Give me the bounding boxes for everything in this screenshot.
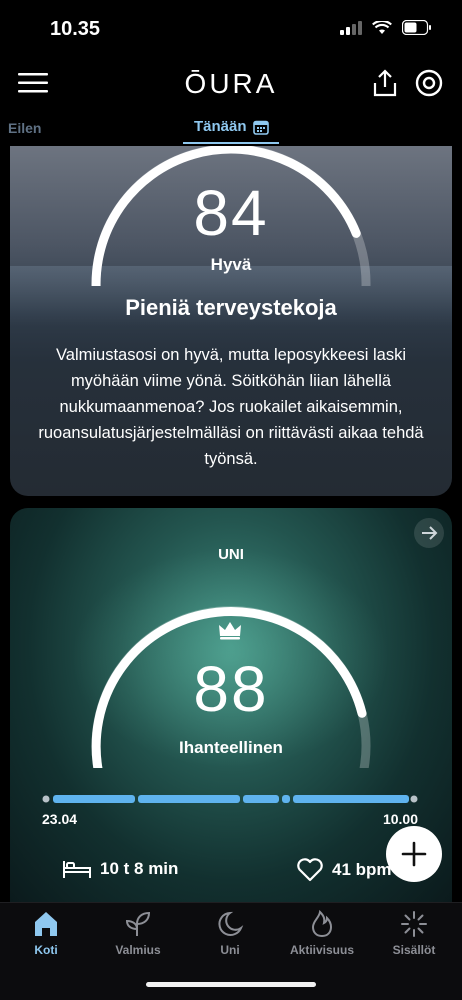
heart-rate-value: 41 bpm [332,860,392,879]
readiness-score: 84 [193,177,269,249]
tab-today[interactable]: Tänään [194,118,269,135]
home-icon [35,912,57,936]
nav-item-sisallot[interactable]: Sisällöt [368,909,460,957]
wifi-icon [372,20,392,34]
ring-button[interactable] [414,68,444,98]
battery-icon [402,20,431,35]
plus-icon [401,841,427,867]
nav-item-valmius[interactable]: Valmius [92,909,184,957]
date-tabs: Eilen Tänään [0,112,462,146]
tab-today-label: Tänään [194,118,247,135]
sparkle-icon [401,911,427,937]
nav-label: Koti [34,943,58,957]
sleep-duration: 10 t 8 min [62,858,178,880]
app-header: ŌURA [0,60,462,108]
sleep-rating: Ihanteellinen [179,738,283,757]
timeline-start-dot [42,795,50,803]
readiness-title: Pieniä terveystekoja [125,295,337,320]
timeline-segment [293,795,409,803]
nav-item-aktiivisuus[interactable]: Aktiivisuus [276,909,368,957]
home-indicator [146,982,316,987]
timeline-segment [53,795,135,803]
nav-label: Valmius [115,943,161,957]
tab-underline [183,142,279,144]
sleep-timeline [42,795,418,803]
timeline-segment [138,795,240,803]
nav-item-uni[interactable]: Uni [184,909,276,957]
bed-icon [63,861,91,878]
crown-icon [219,622,241,640]
status-bar: 10.35 [0,0,462,60]
add-button[interactable] [386,826,442,882]
readiness-rating: Hyvä [210,255,252,274]
nav-label: Uni [220,943,240,957]
timeline-start-label: 23.04 [42,811,78,827]
sprout-icon [125,911,151,936]
readiness-card[interactable]: 84 Hyvä Pieniä terveystekoja Valmiustaso… [10,146,452,496]
ring-icon [415,69,443,97]
status-icons [340,20,432,35]
nav-label: Aktiivisuus [289,943,355,957]
sleep-score: 88 [193,653,269,725]
share-button[interactable] [370,68,400,98]
timeline-end-label: 10.00 [382,811,418,827]
heart-icon [297,858,323,882]
calendar-icon [252,120,269,135]
nav-label: Sisällöt [392,943,436,957]
status-time: 10.35 [50,18,101,40]
timeline-segment [282,795,290,803]
moon-icon [218,911,244,936]
resting-heart-rate: 41 bpm [296,858,392,882]
tab-yesterday[interactable]: Eilen [8,120,41,136]
share-icon [373,69,397,97]
cellular-signal-icon [340,20,362,35]
timeline-segment [243,795,279,803]
readiness-description: Valmiustasosi on hyvä, mutta leposykkees… [38,346,424,468]
flame-icon [311,909,333,938]
sleep-duration-value: 10 t 8 min [100,859,179,878]
nav-item-koti[interactable]: Koti [0,909,92,957]
timeline-end-dot [410,795,418,803]
